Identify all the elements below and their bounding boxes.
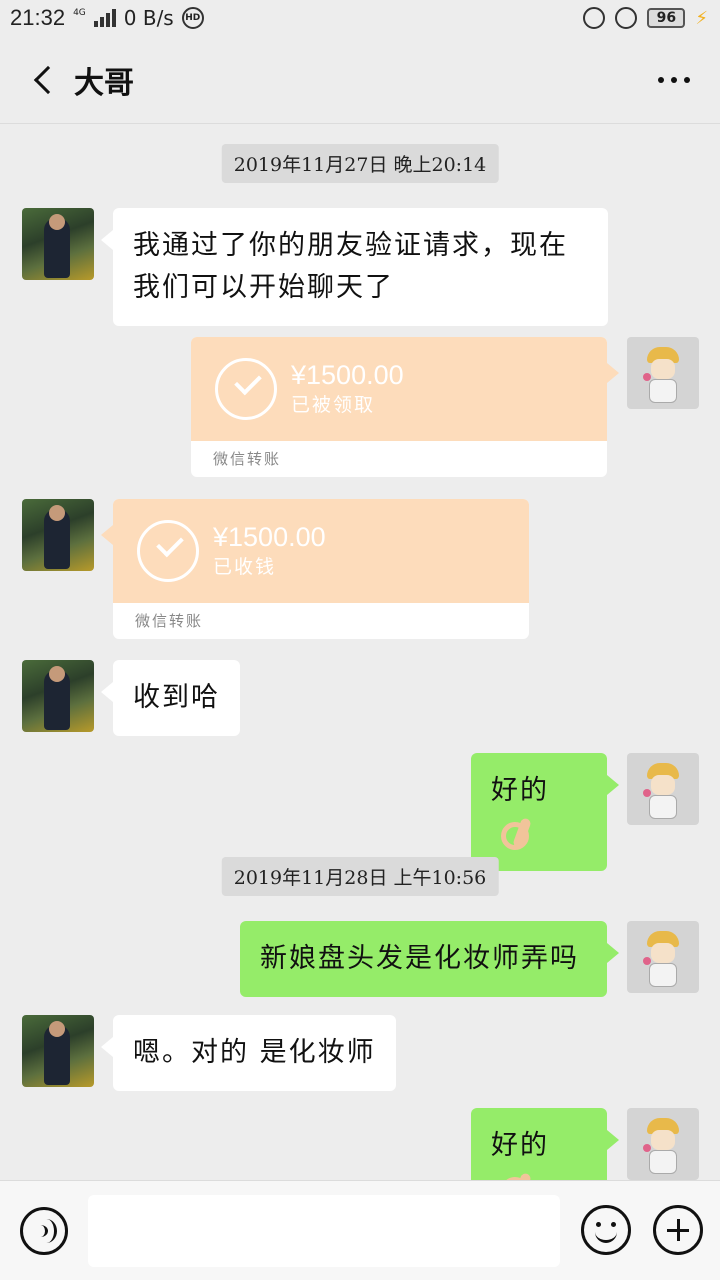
message-list[interactable]: 2019年11月27日 晚上20:14 我通过了你的朋友验证请求，现在我们可以开… [0,124,720,1180]
status-time: 21:32 [10,5,66,30]
contact-avatar[interactable] [22,660,94,732]
check-circle-icon [137,520,199,582]
message-bubble-received[interactable]: 收到哈 [101,660,240,736]
emoji-icon[interactable] [581,1205,631,1255]
more-icon[interactable] [658,76,690,83]
my-avatar[interactable] [627,753,699,825]
my-avatar[interactable] [627,337,699,409]
message-bubble-sent[interactable]: 好的 [471,1108,619,1180]
transfer-footer: 微信转账 [135,612,204,630]
timestamp: 2019年11月28日 上午10:56 [221,857,499,896]
transfer-status: 已被领取 [291,394,376,416]
back-icon[interactable] [14,50,74,110]
chat-title: 大哥 [74,65,134,101]
bubble-tail [101,525,113,545]
transfer-status: 已收钱 [213,556,277,578]
transfer-amount: ¥1500.00 [291,360,404,390]
network-speed: 0 B/s [123,6,174,30]
network-type: 4G [73,8,86,18]
my-avatar[interactable] [627,921,699,993]
chat-header: 大哥 [0,36,720,124]
ok-hand-emoji-icon [497,816,533,852]
plus-icon[interactable] [653,1205,703,1255]
message-text: 好的 [491,1130,549,1161]
alarm-icon [615,7,638,29]
transfer-card-received[interactable]: ¥1500.00 已收钱 微信转账 [113,499,529,639]
message-bubble-received[interactable]: 嗯。对的 是化妆师 [101,1015,396,1091]
signal-icon [93,9,116,27]
voice-icon[interactable] [20,1207,68,1255]
message-bubble-sent[interactable]: 新娘盘头发是化妆师弄吗 [240,921,619,997]
timestamp: 2019年11月27日 晚上20:14 [221,144,499,183]
contact-avatar[interactable] [22,499,94,571]
message-bubble-sent[interactable]: 好的 [471,753,619,871]
rotation-lock-icon [583,7,606,29]
transfer-footer: 微信转账 [213,450,282,468]
bubble-tail [607,363,619,383]
contact-avatar[interactable] [22,1015,94,1087]
status-bar: 21:32 4G 0 B/s HD 96 ⚡ [0,0,720,36]
transfer-amount: ¥1500.00 [213,522,326,552]
contact-avatar[interactable] [22,208,94,280]
ok-hand-emoji-icon [497,1171,533,1180]
charging-icon: ⚡ [695,7,708,29]
hd-icon: HD [181,7,204,29]
input-bar [0,1180,720,1280]
my-avatar[interactable] [627,1108,699,1180]
message-bubble-received[interactable]: 我通过了你的朋友验证请求，现在我们可以开始聊天了 [101,208,608,326]
transfer-card-sent[interactable]: ¥1500.00 已被领取 微信转账 [191,337,607,477]
check-circle-icon [215,358,277,420]
battery-level: 96 [647,8,686,28]
message-text: 好的 [491,775,549,806]
message-input[interactable] [88,1195,560,1267]
